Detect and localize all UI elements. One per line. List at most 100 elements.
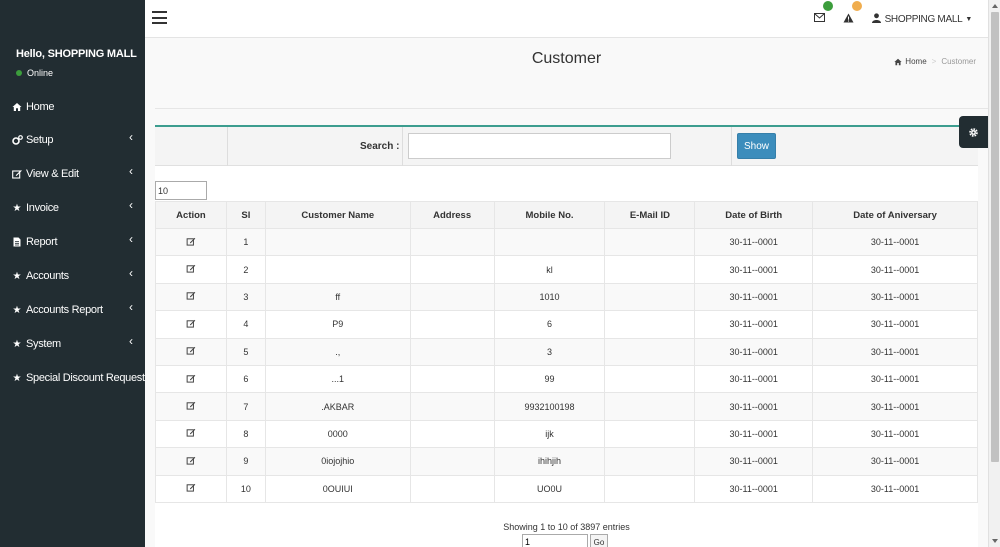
column-header[interactable]: Date of Birth [694, 201, 814, 229]
cell-dob: 30-11--0001 [694, 364, 814, 394]
table-row: 4 P9 6 30-11--0001 30-11--0001 [155, 310, 978, 339]
cell-sl: 4 [225, 310, 266, 339]
edit-icon[interactable] [186, 346, 196, 357]
table-row: 7 .AKBAR 9932100198 30-11--0001 30-11--0001 [155, 392, 978, 421]
online-dot-icon [16, 70, 22, 76]
cell-dob: 30-11--0001 [694, 392, 814, 421]
sidebar-item-home[interactable]: Home [0, 90, 145, 123]
cell-doa: 30-11--0001 [812, 392, 978, 421]
sidebar-item-view-edit[interactable]: View & Edit ‹ [0, 157, 145, 191]
breadcrumb-current: Customer [941, 57, 976, 66]
cell-mobile: 3 [493, 337, 606, 366]
breadcrumb: Home > Customer [894, 57, 976, 66]
user-panel: Hello, SHOPPING MALL Online [16, 48, 137, 78]
action-cell [155, 255, 227, 284]
chevron-left-icon: ‹ [129, 266, 133, 280]
breadcrumb-separator: > [931, 57, 937, 66]
topbar-icons: SHOPPING MALL ▼ [813, 0, 972, 38]
cell-sl: 1 [225, 227, 266, 257]
page-number-input[interactable] [522, 534, 588, 547]
sidebar-item-label: Accounts Report [26, 304, 103, 316]
cell-mobile: ihihjih [493, 447, 606, 476]
column-header[interactable]: Action [155, 201, 227, 229]
cell-dob: 30-11--0001 [694, 282, 814, 312]
edit-icon[interactable] [186, 401, 196, 412]
cell-sl: 2 [225, 255, 266, 284]
edit-icon[interactable] [186, 428, 196, 439]
customer-box: Search : Show 10 Action Sl Customer Name… [155, 125, 978, 547]
home-icon [894, 58, 902, 65]
edit-icon[interactable] [186, 319, 196, 330]
cell-email [604, 392, 696, 421]
user-icon [871, 12, 881, 26]
sidebar-item-special-discount-request[interactable]: ★ Special Discount Request [0, 361, 146, 395]
messages-badge [822, 1, 833, 11]
cell-doa: 30-11--0001 [812, 227, 978, 257]
cell-sl: 3 [225, 282, 266, 312]
sidebar-item-setup[interactable]: Setup ‹ [0, 123, 145, 157]
star-icon: ★ [12, 270, 22, 282]
chevron-left-icon: ‹ [129, 164, 133, 178]
edit-icon[interactable] [186, 456, 196, 467]
edit-icon[interactable] [186, 374, 196, 385]
sidebar-item-label: Invoice [26, 202, 59, 214]
star-icon: ★ [12, 372, 22, 384]
sidebar-item-label: Setup [26, 134, 54, 146]
scroll-up-icon[interactable] [992, 4, 998, 8]
table-row: 9 0iojojhio ihihjih 30-11--0001 30-11--0001 [155, 447, 978, 476]
sidebar-item-label: Accounts [26, 270, 69, 282]
edit-icon[interactable] [186, 483, 196, 494]
page-length-input[interactable]: 10 [155, 181, 207, 200]
cell-address [409, 447, 495, 476]
edit-icon[interactable] [186, 264, 196, 275]
sidebar-item-label: Home [26, 100, 55, 113]
action-cell [155, 364, 227, 394]
cell-doa: 30-11--0001 [812, 447, 978, 476]
caret-down-icon: ▼ [965, 15, 972, 23]
scrollbar-thumb[interactable] [991, 12, 999, 462]
chevron-left-icon: ‹ [129, 334, 133, 348]
column-header[interactable]: E-Mail ID [604, 201, 696, 229]
cell-email [604, 310, 696, 339]
sidebar-item-label: Special Discount Request [26, 372, 145, 384]
column-header[interactable]: Date of Aniversary [812, 201, 978, 229]
cell-doa: 30-11--0001 [812, 310, 978, 339]
cell-address [409, 419, 495, 449]
page-scrollbar[interactable] [988, 0, 1000, 547]
search-input[interactable] [408, 133, 671, 159]
sidebar-item-accounts[interactable]: ★ Accounts ‹ [0, 259, 145, 293]
messages-button[interactable] [813, 1, 833, 25]
breadcrumb-home-link[interactable]: Home [905, 57, 926, 66]
sidebar-toggle-icon[interactable] [152, 11, 167, 24]
settings-button[interactable] [959, 116, 988, 148]
edit-icon[interactable] [186, 237, 196, 248]
go-button[interactable]: Go [590, 534, 608, 547]
star-icon: ★ [12, 202, 22, 214]
cell-mobile: kl [493, 255, 606, 284]
cell-doa: 30-11--0001 [812, 337, 978, 366]
alerts-button[interactable] [843, 0, 862, 26]
file-icon [10, 237, 24, 247]
column-header[interactable]: Customer Name [264, 201, 411, 229]
column-header[interactable]: Sl [225, 201, 266, 229]
cell-dob: 30-11--0001 [694, 474, 814, 503]
scroll-down-icon[interactable] [992, 539, 998, 543]
edit-icon[interactable] [186, 291, 196, 302]
show-button[interactable]: Show [737, 133, 776, 159]
table-info: Showing 1 to 10 of 3897 entries [503, 522, 630, 532]
cogs-icon [10, 135, 24, 145]
cell-address [409, 337, 495, 366]
sidebar-item-system[interactable]: ★ System ‹ [0, 327, 145, 361]
envelope-icon [813, 13, 825, 22]
action-cell [155, 310, 227, 339]
sidebar-item-accounts-report[interactable]: ★ Accounts Report ‹ [0, 293, 145, 327]
cell-dob: 30-11--0001 [694, 227, 814, 257]
column-header[interactable]: Address [409, 201, 495, 229]
cell-address [409, 255, 495, 284]
user-menu[interactable]: SHOPPING MALL ▼ [871, 12, 972, 26]
alerts-badge [851, 0, 862, 11]
sidebar-item-invoice[interactable]: ★ Invoice ‹ [0, 191, 145, 225]
sidebar-menu: Home Setup ‹ View & Edit ‹ ★ Invoice ‹ R… [0, 90, 145, 395]
column-header[interactable]: Mobile No. [493, 201, 606, 229]
sidebar-item-report[interactable]: Report ‹ [0, 225, 145, 259]
